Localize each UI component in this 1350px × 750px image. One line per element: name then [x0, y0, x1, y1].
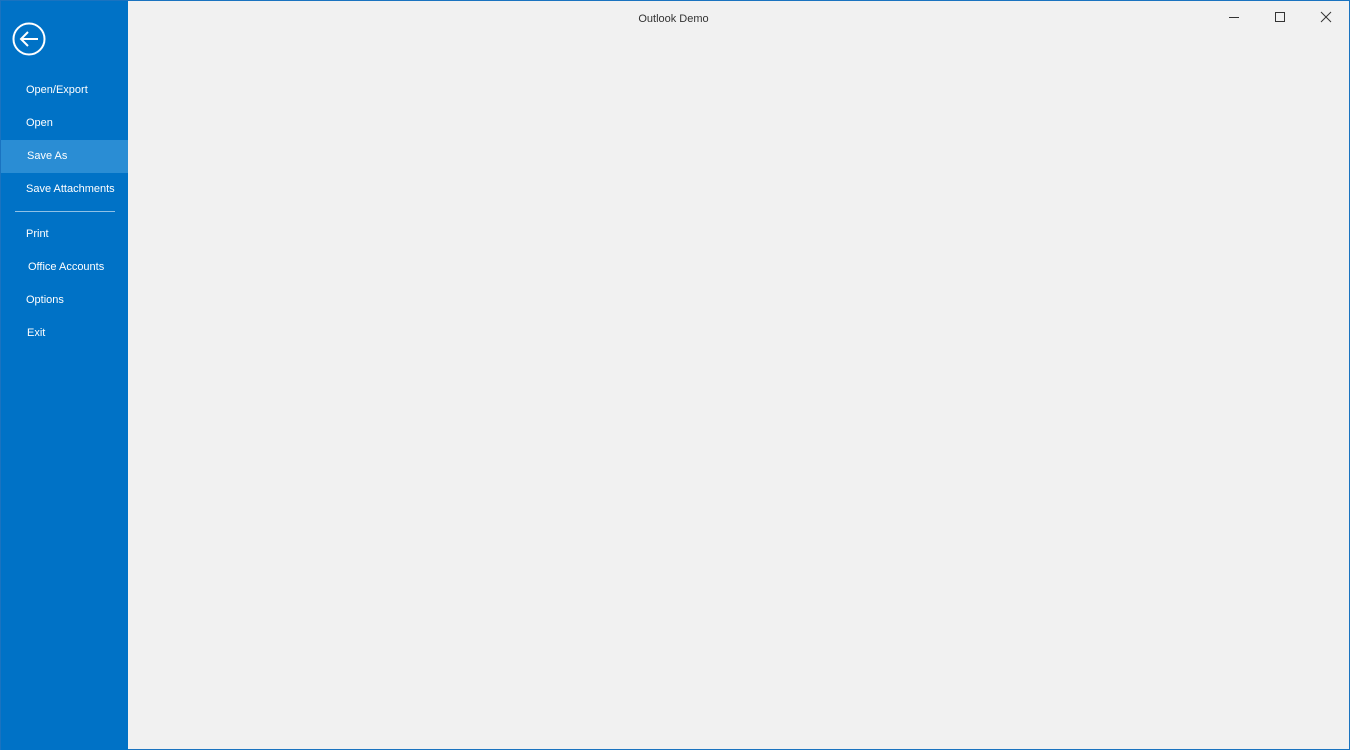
menu-item-options[interactable]: Options	[1, 284, 128, 317]
minimize-icon	[1229, 17, 1239, 18]
menu-item-exit[interactable]: Exit	[1, 317, 128, 350]
window-title-bar: Outlook Demo	[128, 13, 1349, 25]
arrow-left-circle-icon	[12, 22, 46, 56]
window-controls	[1211, 1, 1349, 33]
backstage-content-area	[128, 33, 1349, 749]
back-button[interactable]	[12, 22, 46, 56]
backstage-sidebar: Open/Export Open Save As Save Attachment…	[1, 1, 128, 750]
minimize-button[interactable]	[1211, 1, 1257, 33]
menu-item-save-as[interactable]: Save As	[1, 140, 128, 173]
menu-item-open-export[interactable]: Open/Export	[1, 74, 128, 107]
menu-item-office-accounts[interactable]: Office Accounts	[1, 251, 128, 284]
close-icon	[1320, 11, 1332, 23]
menu-item-print[interactable]: Print	[1, 218, 128, 251]
menu-divider	[15, 211, 115, 212]
menu-item-open[interactable]: Open	[1, 107, 128, 140]
window-title: Outlook Demo	[638, 13, 709, 25]
backstage-menu: Open/Export Open Save As Save Attachment…	[1, 74, 128, 350]
close-button[interactable]	[1303, 1, 1349, 33]
maximize-button[interactable]	[1257, 1, 1303, 33]
app-window: Open/Export Open Save As Save Attachment…	[0, 0, 1350, 750]
menu-item-save-attachments[interactable]: Save Attachments	[1, 173, 128, 206]
maximize-icon	[1275, 12, 1285, 22]
